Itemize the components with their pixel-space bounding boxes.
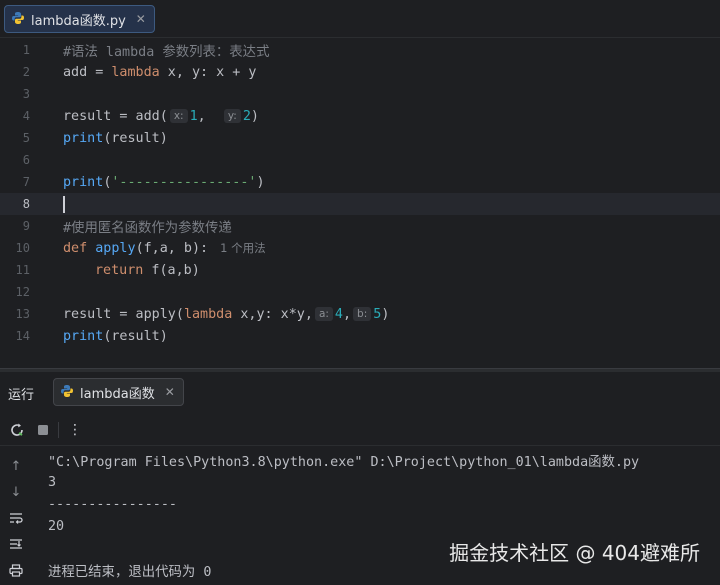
code-line: 7 print('----------------') — [0, 171, 720, 193]
console-exit-line: 进程已结束，退出代码为 0 — [48, 565, 212, 580]
python-file-icon — [60, 383, 74, 402]
stop-icon[interactable] — [34, 421, 52, 439]
code-comment: #使用匿名函数作为参数传递 — [63, 221, 232, 236]
line-number: 7 — [22, 175, 30, 189]
code-text: result = apply(lambda x,y: x*y, a: 4, b: 5) — [63, 306, 390, 322]
code-text: add = lambda x, y: x + y — [63, 64, 257, 80]
toolbar-divider — [58, 422, 59, 438]
line-number: 13 — [15, 307, 30, 321]
run-toolbar: ⋮ — [0, 414, 720, 446]
line-number: 3 — [22, 87, 30, 101]
line-number: 5 — [22, 131, 30, 145]
editor-tab-label: lambda函数.py — [31, 13, 126, 29]
python-file-icon — [11, 10, 25, 29]
line-number: 6 — [22, 153, 30, 167]
soft-wrap-icon[interactable] — [7, 509, 25, 527]
code-text: print('----------------') — [63, 174, 265, 190]
code-line: 3 — [0, 83, 720, 105]
text-caret — [63, 193, 65, 215]
line-number: 14 — [15, 329, 30, 343]
close-run-tab-icon[interactable]: ✕ — [165, 385, 175, 399]
code-line: 1 #语法 lambda 参数列表：表达式 — [0, 39, 720, 61]
code-line: 13 result = apply(lambda x,y: x*y, a: 4, b:… — [0, 303, 720, 325]
editor-tab-bar: lambda函数.py ✕ — [0, 0, 720, 38]
line-number: 2 — [22, 65, 30, 79]
code-editor[interactable]: 1 #语法 lambda 参数列表：表达式 2 add = lambda x, … — [0, 38, 720, 368]
close-tab-icon[interactable]: ✕ — [136, 12, 146, 26]
console-line: "C:\Program Files\Python3.8\python.exe" … — [48, 455, 640, 470]
editor-tab-lambda[interactable]: lambda函数.py ✕ — [4, 5, 155, 33]
line-number: 11 — [15, 263, 30, 277]
code-line: 14 print (result) — [0, 325, 720, 347]
code-text: result = add(x: 1, y: 2) — [63, 108, 259, 124]
code-line-current: 8 — [0, 193, 720, 215]
code-line: 9 #使用匿名函数作为参数传递 — [0, 215, 720, 237]
console-line: ---------------- — [48, 496, 177, 512]
parameter-hint: a: — [314, 307, 333, 321]
console-line: 20 — [48, 518, 65, 534]
line-number: 4 — [22, 109, 30, 123]
parameter-hint: b: — [353, 307, 372, 321]
run-panel-header: 运行 lambda函数 ✕ — [0, 372, 720, 412]
code-text: return f(a,b) — [95, 262, 200, 278]
watermark-text: 掘金技术社区 @ 404避难所 — [449, 541, 700, 565]
code-line: 12 — [0, 281, 720, 303]
code-comment: #语法 lambda 参数列表：表达式 — [63, 45, 270, 60]
scroll-up-icon[interactable]: ↑ — [7, 457, 25, 475]
code-line: 6 — [0, 149, 720, 171]
rerun-icon[interactable] — [8, 421, 26, 439]
print-icon[interactable] — [7, 561, 25, 579]
run-panel-title: 运行 — [8, 388, 35, 403]
code-text: print (result) — [63, 328, 168, 344]
code-line: 11 return f(a,b) — [0, 259, 720, 281]
run-tab-lambda[interactable]: lambda函数 ✕ — [53, 378, 184, 406]
code-line: 4 result = add(x: 1, y: 2) — [0, 105, 720, 127]
scroll-to-end-icon[interactable] — [7, 535, 25, 553]
parameter-hint: y: — [223, 109, 241, 123]
usage-hint[interactable]: 1 个用法 — [220, 240, 265, 256]
code-line: 5 print (result) — [0, 127, 720, 149]
line-number: 1 — [22, 43, 30, 57]
line-number: 10 — [15, 241, 30, 255]
scroll-down-icon[interactable]: ↓ — [7, 483, 25, 501]
code-text: def apply (f,a, b): 1 个用法 — [63, 240, 266, 256]
code-text: print (result) — [63, 130, 168, 146]
run-tab-label: lambda函数 — [80, 386, 155, 402]
line-number: 8 — [22, 197, 30, 211]
parameter-hint: x: — [169, 109, 188, 123]
code-line: 2 add = lambda x, y: x + y — [0, 61, 720, 83]
code-line: 10 def apply (f,a, b): 1 个用法 — [0, 237, 720, 259]
line-number: 12 — [15, 285, 30, 299]
line-number: 9 — [22, 219, 30, 233]
more-options-icon[interactable]: ⋮ — [66, 421, 84, 439]
console-line: 3 — [48, 474, 57, 490]
